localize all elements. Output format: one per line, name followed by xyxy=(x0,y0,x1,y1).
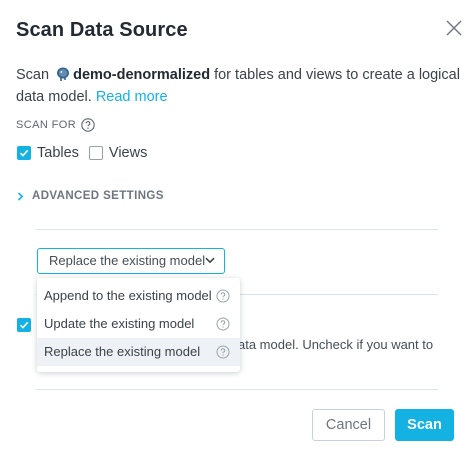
advanced-settings-label: ADVANCED SETTINGS xyxy=(32,190,164,202)
postgres-elephant-icon xyxy=(57,67,70,81)
model-mode-dropdown: Append to the existing model Update the … xyxy=(37,278,240,372)
dropdown-item-update[interactable]: Update the existing model xyxy=(37,310,240,338)
read-more-link[interactable]: Read more xyxy=(96,89,168,105)
data-source-name: demo-denormalized xyxy=(73,67,211,83)
dropdown-item-label: Update the existing model xyxy=(44,316,195,331)
behind-checkbox[interactable] xyxy=(17,318,31,332)
checkbox-unchecked[interactable] xyxy=(88,146,103,160)
tables-label: Tables xyxy=(37,145,79,161)
dropdown-item-replace[interactable]: Replace the existing model xyxy=(37,338,240,366)
cancel-button[interactable]: Cancel xyxy=(312,409,385,441)
dialog-title: Scan Data Source xyxy=(16,19,188,41)
chevron-right-icon xyxy=(17,191,24,201)
scan-for-text: SCAN FOR xyxy=(16,119,77,131)
tables-checkbox[interactable]: Tables xyxy=(17,145,79,161)
behind-description: ata model. Uncheck if you want to xyxy=(238,337,434,352)
dialog-description: Scan demo-denormalized for tables and vi… xyxy=(16,64,461,108)
scan-for-label: SCAN FOR xyxy=(16,118,95,132)
scan-for-options: Tables Views xyxy=(17,145,157,161)
scan-button[interactable]: Scan xyxy=(395,409,454,441)
question-circle-icon[interactable] xyxy=(216,345,230,359)
divider xyxy=(36,229,438,230)
dropdown-item-label: Replace the existing model xyxy=(44,344,201,359)
question-circle-icon[interactable] xyxy=(81,118,95,132)
model-mode-select[interactable]: Replace the existing model xyxy=(37,248,225,274)
checkbox-checked[interactable] xyxy=(17,146,31,160)
description-prefix: Scan xyxy=(16,67,50,83)
advanced-settings-toggle[interactable]: ADVANCED SETTINGS xyxy=(17,190,164,202)
close-icon[interactable] xyxy=(444,18,464,38)
question-circle-icon[interactable] xyxy=(216,289,230,303)
dropdown-item-label: Append to the existing model xyxy=(44,288,212,303)
chevron-down-icon xyxy=(205,257,215,264)
views-label: Views xyxy=(108,145,148,161)
question-circle-icon[interactable] xyxy=(216,317,230,331)
footer-divider xyxy=(36,389,438,390)
dropdown-item-append[interactable]: Append to the existing model xyxy=(37,282,240,310)
select-value: Replace the existing model xyxy=(49,253,206,268)
views-checkbox[interactable]: Views xyxy=(88,145,148,161)
